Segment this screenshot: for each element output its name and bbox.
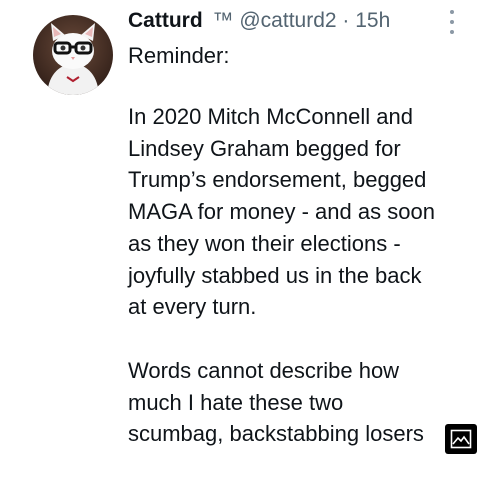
- tweet-intro: Reminder:: [128, 40, 478, 72]
- tweet-line: In 2020 Mitch McConnell and: [128, 104, 413, 129]
- more-options-icon[interactable]: [446, 10, 458, 34]
- tweet-line: Reminder:: [128, 43, 230, 68]
- picture-icon: [450, 429, 472, 449]
- tweet-line: Words cannot describe how: [128, 358, 400, 383]
- image-gallery-icon[interactable]: [445, 424, 477, 454]
- tweet: Catturd ™ @catturd2 · 15h Reminder: In 2…: [0, 0, 500, 478]
- tweet-line: Trump’s endorsement, begged: [128, 167, 427, 193]
- tweet-line: at every turn.: [128, 294, 257, 320]
- header-separator: ·: [342, 9, 350, 32]
- trademark-symbol: ™: [212, 9, 234, 32]
- author-handle[interactable]: @catturd2: [239, 9, 336, 32]
- avatar[interactable]: [33, 15, 113, 95]
- tweet-header: Catturd ™ @catturd2 · 15h: [128, 6, 390, 36]
- tweet-line: as they won their elections -: [128, 230, 401, 256]
- tweet-paragraph-1: In 2020 Mitch McConnell and Lindsey Grah…: [128, 101, 478, 323]
- cat-avatar-icon: [33, 15, 113, 95]
- tweet-line: MAGA for money - and as soon: [128, 199, 435, 225]
- tweet-line: Lindsey Graham begged for: [128, 135, 401, 161]
- tweet-line: much I hate these two: [128, 389, 344, 415]
- author-display-name[interactable]: Catturd: [128, 9, 203, 32]
- tweet-timestamp[interactable]: 15h: [355, 9, 390, 32]
- tweet-paragraph-2: Words cannot describe how much I hate th…: [128, 355, 478, 450]
- tweet-line: joyfully stabbed us in the back: [128, 262, 422, 288]
- tweet-line: scumbag, backstabbing losers: [128, 421, 424, 447]
